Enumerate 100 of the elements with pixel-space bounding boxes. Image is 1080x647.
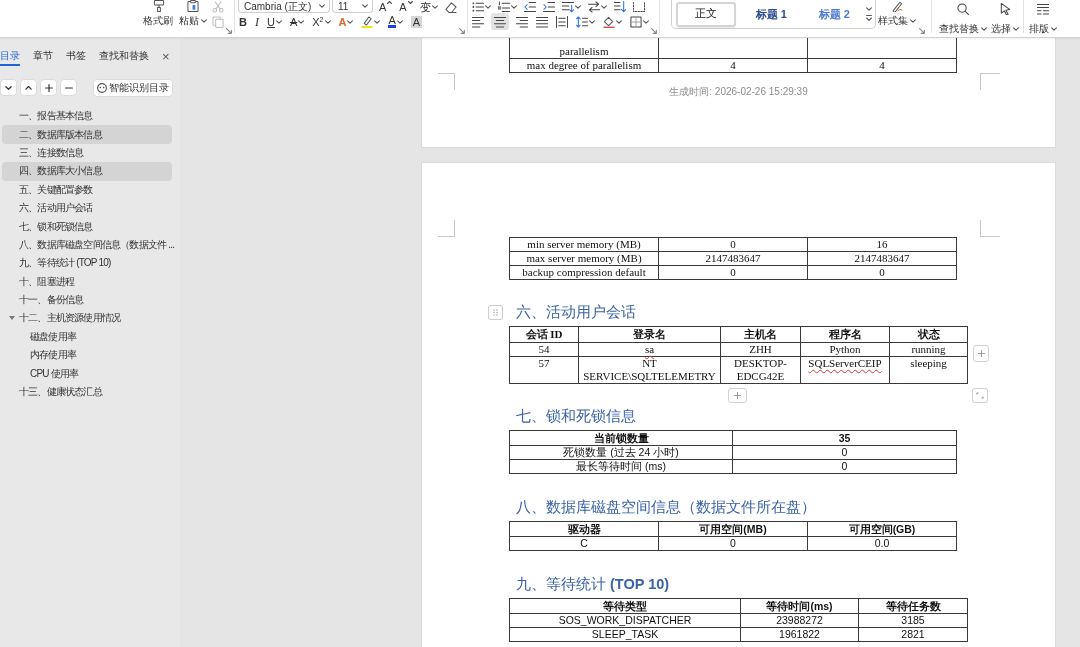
align-center-button[interactable] [490, 13, 509, 30]
toc-item[interactable]: 十三、健康状态汇总 [2, 382, 172, 402]
find-replace-button[interactable]: 查找替换 [936, 0, 989, 37]
format-painter-button[interactable]: 格式刷 [141, 0, 177, 27]
dialog-launcher-icon[interactable] [458, 28, 465, 34]
sidebar-tab[interactable]: 章节 [33, 47, 53, 66]
italic-button[interactable]: I [253, 14, 260, 29]
scroll-down-icon[interactable] [865, 7, 872, 11]
toc-item[interactable]: 九、等待统计 (TOP 10) [2, 254, 172, 273]
toc-item[interactable]: 十一、备份信息 [2, 290, 172, 310]
underline-button[interactable]: U [265, 14, 283, 29]
bold-button[interactable]: B [238, 14, 248, 29]
move-handle-icon[interactable] [488, 305, 503, 320]
highlight-button[interactable] [360, 14, 382, 29]
table-header-cell: 程序名 [800, 326, 890, 343]
add-row-button[interactable] [728, 388, 747, 403]
section-heading: 九、等待统计 (TOP 10) [516, 575, 670, 594]
superscript-button[interactable]: X$^{2}$ [311, 14, 332, 29]
expanded-triangle-icon[interactable] [9, 316, 15, 321]
text-effect-button[interactable]: A [337, 14, 355, 29]
line-spacing-button[interactable] [574, 14, 596, 29]
paste-button[interactable]: 粘贴 [177, 0, 209, 27]
numbered-list-button[interactable] [496, 0, 518, 13]
shading-button[interactable] [601, 14, 623, 29]
table-cell: Python [800, 342, 890, 357]
table-cell: min server memory (MB) [509, 237, 659, 252]
style-preset[interactable]: 标题 2 [802, 1, 866, 27]
text-direction-button[interactable] [586, 0, 608, 13]
section-heading: 七、锁和死锁信息 [516, 407, 636, 426]
collapse-all-button[interactable] [21, 80, 36, 95]
toc-item[interactable]: 四、数据库大小信息 [2, 162, 172, 181]
font-name-dropdown[interactable]: Cambria (正文) [238, 0, 330, 13]
close-button[interactable]: × [162, 47, 170, 66]
strikethrough-button[interactable]: A [288, 14, 306, 29]
dialog-launcher-icon[interactable] [650, 28, 657, 34]
table-cell: 0 [732, 459, 957, 474]
style-preset[interactable]: 正文 [675, 1, 736, 27]
caret-icon [362, 4, 368, 8]
border-grid-icon [629, 15, 642, 28]
toc-item[interactable]: 六、活动用户会话 [2, 198, 172, 218]
resize-handle-icon[interactable] [972, 388, 988, 403]
toc-item[interactable]: 磁盘使用率 [2, 327, 172, 347]
dialog-launcher-icon[interactable] [226, 28, 232, 34]
text-layout-button[interactable] [560, 0, 582, 13]
style-preset[interactable]: 标题 1 [739, 1, 803, 27]
sidebar-tab[interactable]: 目录 [0, 47, 20, 66]
toc-item[interactable]: 十、阻塞进程 [2, 272, 172, 291]
toc-item[interactable]: 五、关键配置参数 [2, 180, 172, 199]
toc-item[interactable]: 二、数据库版本信息 [2, 125, 172, 144]
border-button[interactable] [628, 14, 650, 29]
copy-icon [212, 15, 224, 28]
increase-indent-icon [542, 0, 555, 13]
align-right-button[interactable] [514, 14, 529, 29]
smart-toc-button[interactable]: 智能识别目录 [94, 79, 172, 96]
table-cell: SQLServerCEIP [800, 356, 890, 384]
character-shading-button[interactable]: A [409, 14, 424, 29]
toc-item[interactable]: 十二、主机资源使用情况 [2, 309, 172, 328]
phonetic-guide-button[interactable]: 变 [418, 0, 439, 13]
table-header-cell: 状态 [889, 326, 968, 343]
face-icon [97, 82, 107, 93]
toc-item[interactable]: CPU 使用率 [2, 364, 172, 383]
clear-formatting-button[interactable] [443, 0, 458, 13]
table-cell: 54 [509, 342, 579, 357]
decrease-indent-button[interactable] [522, 0, 537, 13]
sort-button[interactable] [612, 0, 627, 13]
toc-item[interactable]: 三、连接数信息 [2, 143, 172, 163]
table-cell: 2821 [858, 627, 968, 642]
align-left-button[interactable] [470, 14, 485, 29]
sidebar-tab[interactable]: 书签 [66, 47, 86, 66]
table-cell: sleeping [889, 356, 968, 384]
font-color-button[interactable]: A [387, 14, 404, 29]
show-marks-button[interactable] [631, 0, 646, 13]
plus-icon [44, 83, 53, 92]
toc-item[interactable]: 一、报告基本信息 [2, 107, 172, 126]
remove-level-button[interactable] [61, 80, 76, 95]
increase-font-size-button[interactable]: A [378, 0, 394, 13]
add-column-button[interactable] [973, 345, 989, 362]
distributed-align-button[interactable] [554, 14, 569, 29]
toc-item[interactable]: 内存使用率 [2, 346, 172, 365]
style-set-button[interactable]: 样式集 [875, 0, 918, 27]
sidebar-tab[interactable]: 查找和替换 [99, 47, 149, 66]
decrease-font-size-button[interactable]: A [398, 0, 414, 13]
toc-item[interactable]: 八、数据库磁盘空间信息（数据文件 ... [2, 235, 172, 255]
bullet-list-button[interactable] [470, 0, 492, 13]
justify-button[interactable] [534, 14, 549, 29]
bullet-list-icon [471, 0, 484, 13]
gallery-more-icon[interactable] [865, 15, 872, 21]
toc-item[interactable]: 七、锁和死锁信息 [2, 217, 172, 236]
font-size-dropdown[interactable]: 11 [332, 0, 373, 13]
add-level-button[interactable] [41, 80, 56, 95]
dialog-launcher-icon[interactable] [918, 28, 925, 34]
line-spacing-icon [575, 15, 588, 28]
select-button[interactable]: 选择 [988, 0, 1021, 37]
expand-all-button[interactable] [1, 80, 16, 95]
align-center-icon [493, 15, 506, 28]
table-header-cell: 登录名 [578, 326, 721, 343]
table-cell: 57 [509, 356, 579, 384]
layout-button[interactable]: 排版 [1026, 0, 1059, 37]
plus-icon [977, 350, 985, 357]
increase-indent-button[interactable] [541, 0, 556, 13]
